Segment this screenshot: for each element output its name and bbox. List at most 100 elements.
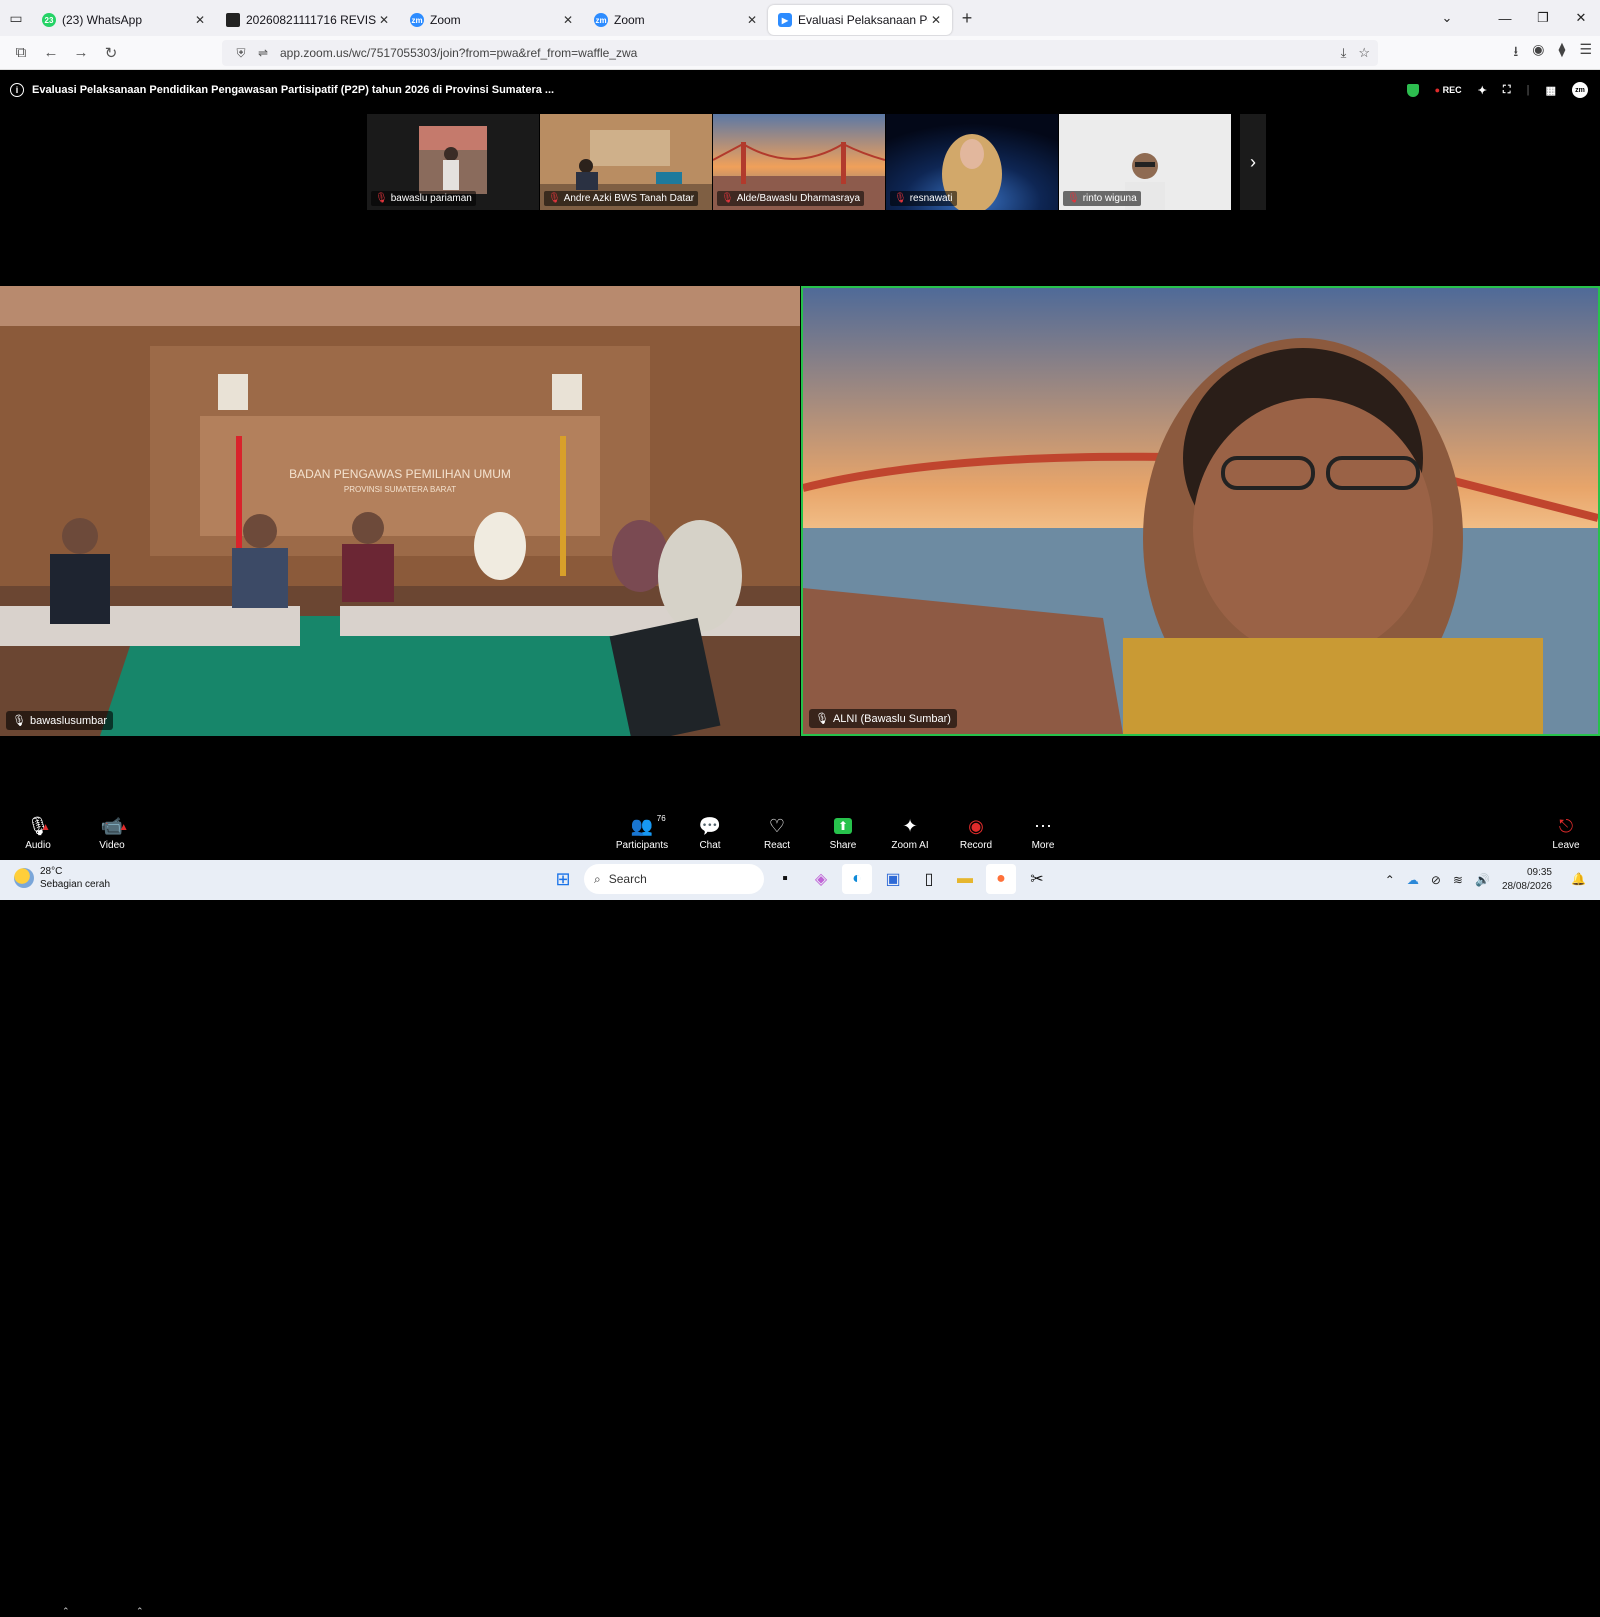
view-layout-icon[interactable]: ▦ (1546, 84, 1556, 97)
shield-icon[interactable]: ⛨ (230, 46, 252, 61)
system-tray: ⌃ ☁ ⊘ ≋ 🔊 09:35 28/08/2026 (1385, 866, 1552, 894)
participant-thumbnail[interactable]: 🎙 rinto wiguna (1059, 114, 1231, 210)
more-button[interactable]: ⋯ More (1013, 812, 1073, 860)
tab-zoom-1[interactable]: zm Zoom ✕ (400, 5, 584, 35)
share-button[interactable]: ⬆ Share (813, 812, 873, 860)
recording-indicator[interactable]: ● REC (1435, 85, 1462, 95)
back-icon[interactable]: ← (36, 44, 66, 61)
bookmark-star-icon[interactable]: ☆ (1358, 45, 1370, 61)
restore-icon[interactable]: ❐ (1524, 10, 1562, 26)
participant-thumbnail[interactable]: 🎙 resnawati (886, 114, 1058, 210)
document-icon (226, 13, 240, 27)
close-tab-icon[interactable]: ✕ (744, 13, 760, 27)
install-app-icon[interactable]: ⤓ (1341, 45, 1347, 61)
firefox-icon[interactable]: ● (986, 864, 1016, 894)
sidebar-icon[interactable]: ⧉ (6, 44, 36, 61)
minimize-icon[interactable]: — (1486, 11, 1524, 26)
close-tab-icon[interactable]: ✕ (376, 13, 392, 27)
capcut-icon[interactable]: ✂ (1022, 864, 1052, 894)
site-permissions-icon[interactable]: ⇌ (252, 46, 274, 60)
participant-thumbnail[interactable]: 🎙 Alde/Bawaslu Dharmasraya (713, 114, 885, 210)
tab-evaluasi[interactable]: ▶ Evaluasi Pelaksanaan Pendidikan ✕ (768, 5, 952, 35)
file-explorer-icon[interactable]: ▬ (950, 864, 980, 894)
tab-document[interactable]: 20260821111716 REVISI SE KET ✕ (216, 5, 400, 35)
tab-zoom-2[interactable]: zm Zoom ✕ (584, 5, 768, 35)
sparkle-icon: ✦ (902, 815, 918, 836)
reload-icon[interactable]: ↻ (96, 44, 126, 62)
window-controls: ⌄ — ❐ ✕ (1428, 0, 1600, 36)
audio-options-chevron-icon[interactable]: ⌃ (62, 1606, 70, 1617)
chat-button[interactable]: 💬 Chat (680, 812, 740, 860)
forward-icon[interactable]: → (66, 44, 96, 61)
meeting-info-icon[interactable]: i (10, 83, 24, 97)
participant-name-label: 🎙 ALNI (Bawaslu Sumbar) (809, 709, 957, 728)
mic-muted-icon: 🎙 (894, 193, 907, 204)
tab-title: Evaluasi Pelaksanaan Pendidikan (798, 13, 928, 27)
participant-thumbnail[interactable]: 🎙 Andre Azki BWS Tanah Datar (540, 114, 712, 210)
mic-on-icon: 🎙 (12, 715, 26, 727)
participant-name-label: 🎙 Andre Azki BWS Tanah Datar (544, 191, 699, 206)
extensions-icon[interactable]: ⧫ (1559, 41, 1566, 65)
address-bar[interactable]: ⛨ ⇌ app.zoom.us/wc/7517055303/join?from=… (222, 40, 1378, 66)
tray-overflow-chevron-icon[interactable]: ⌃ (1385, 873, 1395, 887)
search-icon: ⌕ (594, 871, 601, 886)
browser-tab-strip: ▭ 23 (23) WhatsApp ✕ 20260821111716 REVI… (0, 0, 1600, 36)
next-page-chevron-icon[interactable]: › (1240, 114, 1266, 210)
leave-button[interactable]: ⎋ Leave (1536, 812, 1596, 860)
participant-name-label: 🎙 bawaslu pariaman (371, 191, 476, 206)
close-window-icon[interactable]: ✕ (1562, 10, 1600, 26)
clock[interactable]: 09:35 28/08/2026 (1502, 866, 1552, 894)
new-tab-icon[interactable]: + (952, 8, 982, 29)
record-icon: ◉ (968, 815, 984, 836)
encryption-shield-icon[interactable] (1406, 83, 1419, 97)
copilot-icon[interactable]: ◈ (806, 864, 836, 894)
tab-title: Zoom (430, 13, 461, 27)
audio-button[interactable]: 🎙 ▲ Audio (8, 812, 68, 860)
taskbar-search[interactable]: ⌕ Search (584, 864, 764, 894)
zoom-icon: zm (410, 13, 424, 27)
tab-title: 20260821111716 REVISI SE KET (246, 13, 376, 27)
network-off-icon[interactable]: ⊘ (1431, 873, 1441, 887)
video-tile-active-speaker[interactable]: 🎙 ALNI (Bawaslu Sumbar) (801, 286, 1600, 736)
mic-muted-icon: 🎙 (548, 193, 561, 204)
menu-icon[interactable]: ☰ (1579, 41, 1592, 65)
record-button[interactable]: ◉ Record (946, 812, 1006, 860)
participant-name-label: 🎙 Alde/Bawaslu Dharmasraya (717, 191, 865, 206)
start-windows-icon[interactable]: ⊞ (548, 864, 578, 894)
fullscreen-icon[interactable]: ⛶ (1503, 84, 1511, 97)
partly-sunny-icon (14, 868, 34, 888)
participants-button[interactable]: 👥 76 Participants (612, 812, 672, 860)
tab-list-icon[interactable]: ▭ (0, 0, 32, 36)
volume-icon[interactable]: 🔊 (1475, 873, 1490, 887)
account-icon[interactable]: ◉ (1532, 41, 1544, 65)
svg-text:PROVINSI SUMATERA BARAT: PROVINSI SUMATERA BARAT (344, 485, 456, 494)
zoom-video-icon: ▶ (778, 13, 792, 27)
sparkle-icon[interactable]: ✦ (1478, 84, 1487, 97)
task-view-icon[interactable]: ▪ (770, 864, 800, 894)
more-dots-icon: ⋯ (1034, 815, 1052, 836)
video-options-chevron-icon[interactable]: ⌃ (136, 1606, 144, 1617)
notification-bell-icon[interactable]: 🔔 (1571, 872, 1586, 886)
edge-browser-icon[interactable]: ◐ (842, 864, 872, 894)
windows-taskbar: 28°C Sebagian cerah ⊞ ⌕ Search ▪ ◈ ◐ ▣ ▯… (0, 860, 1600, 900)
zoom-logo-icon[interactable]: zm (1572, 82, 1588, 98)
close-tab-icon[interactable]: ✕ (192, 13, 208, 27)
react-button[interactable]: ♡ React (747, 812, 807, 860)
notepad-icon[interactable]: ▯ (914, 864, 944, 894)
participant-thumbnail[interactable]: 🎙 bawaslu pariaman (367, 114, 539, 210)
zoom-ai-button[interactable]: ✦ Zoom AI (880, 812, 940, 860)
tab-whatsapp[interactable]: 23 (23) WhatsApp ✕ (32, 5, 216, 35)
store-icon[interactable]: ▣ (878, 864, 908, 894)
close-tab-icon[interactable]: ✕ (928, 13, 944, 27)
wifi-icon[interactable]: ≋ (1453, 873, 1463, 887)
close-tab-icon[interactable]: ✕ (560, 13, 576, 27)
tab-overflow-icon[interactable]: ⌄ (1428, 10, 1466, 26)
weather-widget[interactable]: 28°C Sebagian cerah (14, 865, 110, 891)
video-tile-bawaslusumbar[interactable]: BADAN PENGAWAS PEMILIHAN UMUM PROVINSI S… (0, 286, 800, 736)
video-button[interactable]: 📹 ▲ Video (82, 812, 142, 860)
tab-title: (23) WhatsApp (62, 13, 143, 27)
chat-icon: 💬 (698, 815, 722, 836)
downloads-icon[interactable]: ⭳ (1513, 41, 1518, 65)
onedrive-cloud-icon[interactable]: ☁ (1407, 873, 1419, 887)
share-screen-icon: ⬆ (833, 812, 853, 840)
